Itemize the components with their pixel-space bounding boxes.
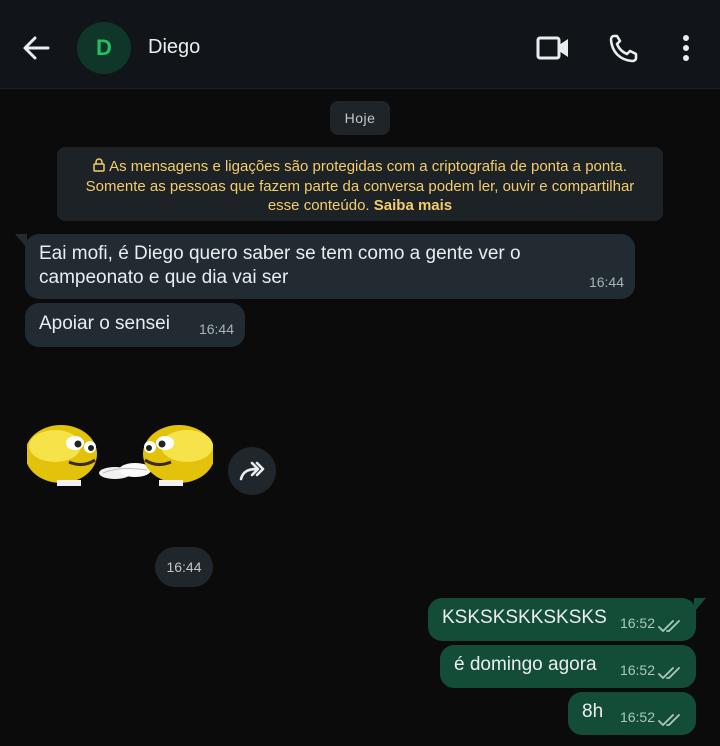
message-time: 16:44: [198, 321, 234, 337]
notice-text-3: esse conteúdo.: [267, 197, 370, 214]
incoming-message[interactable]: Eai mofi, é Diego quero saber se tem com…: [15, 234, 635, 299]
notice-text-2: Somente as pessoas que fazem parte da co…: [85, 178, 635, 195]
message-time: 16:44: [588, 274, 624, 290]
message-text: KSKSKSKKSKSKS: [442, 607, 607, 628]
avatar[interactable]: D: [77, 22, 131, 74]
forward-icon: [239, 461, 265, 481]
video-call-icon[interactable]: [536, 30, 568, 66]
learn-more-link[interactable]: Saiba mais: [374, 197, 452, 214]
more-vert-icon[interactable]: [671, 30, 701, 66]
read-receipt-icon: [658, 620, 680, 632]
read-receipt-icon: [658, 714, 680, 726]
date-separator: Hoje: [330, 101, 390, 135]
message-time: 16:52: [619, 662, 655, 678]
notice-text-1: As mensagens e ligações são protegidas c…: [109, 158, 627, 175]
encryption-notice-line3: esse conteúdo. Saiba mais: [57, 196, 663, 215]
message-text: Apoiar o sensei: [39, 313, 170, 334]
voice-call-icon[interactable]: [608, 30, 640, 66]
forward-button[interactable]: [228, 447, 276, 495]
message-text-line: Eai mofi, é Diego quero saber se tem com…: [39, 243, 521, 264]
outgoing-message[interactable]: 8h 16:52: [568, 692, 696, 735]
encryption-notice-line1: As mensagens e ligações são protegidas c…: [57, 157, 663, 177]
chat-header: D Diego: [0, 0, 720, 89]
contact-name[interactable]: Diego: [148, 36, 200, 59]
back-arrow-icon[interactable]: [18, 30, 54, 66]
message-text: é domingo agora: [454, 654, 597, 675]
message-text-line: campeonato e que dia vai ser: [39, 267, 289, 288]
sticker-message[interactable]: [25, 424, 215, 486]
incoming-message[interactable]: Apoiar o sensei 16:44: [25, 303, 245, 347]
message-text: 8h: [582, 701, 604, 722]
message-time: 16:52: [619, 709, 655, 725]
message-time: 16:52: [619, 615, 655, 631]
lock-icon: [93, 158, 105, 177]
encryption-notice[interactable]: As mensagens e ligações são protegidas c…: [57, 147, 663, 221]
outgoing-message[interactable]: é domingo agora 16:52: [440, 645, 696, 688]
outgoing-message[interactable]: KSKSKSKKSKSKS 16:52: [428, 598, 706, 641]
read-receipt-icon: [658, 667, 680, 679]
sticker-time: 16:44: [155, 547, 213, 587]
